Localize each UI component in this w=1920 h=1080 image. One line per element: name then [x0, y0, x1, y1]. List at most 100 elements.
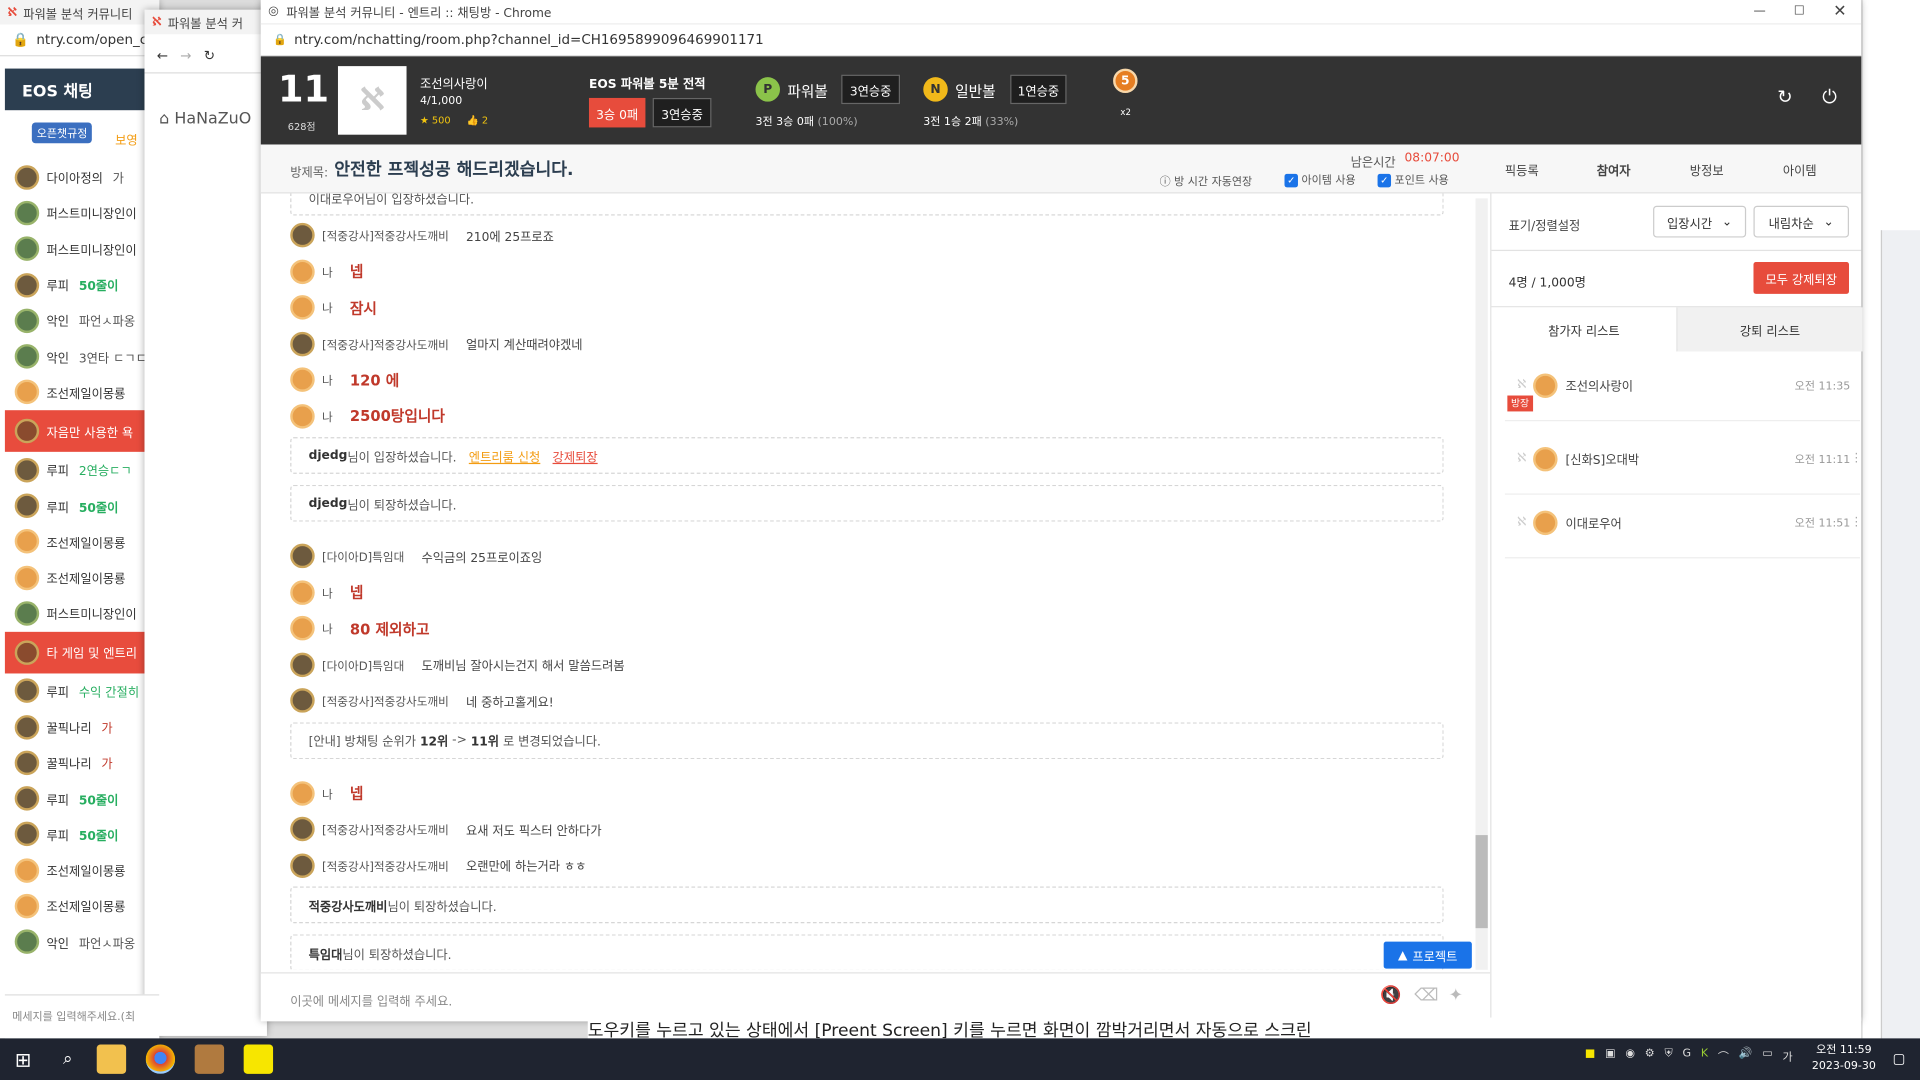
- kakaotalk-icon[interactable]: [243, 1044, 274, 1074]
- point-use-option[interactable]: ✓ 포인트 사용: [1377, 171, 1449, 188]
- chat-sender[interactable]: 나: [322, 583, 333, 600]
- app-icon[interactable]: [195, 1044, 225, 1074]
- open-chat-rules-badge[interactable]: 오픈챗규정: [31, 122, 93, 144]
- tab-participants[interactable]: 참여자: [1597, 160, 1631, 178]
- windows-start-icon[interactable]: ⊞: [15, 1048, 31, 1071]
- bg-chat-row[interactable]: 루피 50줄이: [5, 781, 159, 817]
- chat-sender[interactable]: [적중강사]적중강사도깨비: [322, 820, 449, 837]
- force-kick-link[interactable]: 강제퇴장: [553, 446, 598, 464]
- home-link[interactable]: ⌂ HaNaZuO: [159, 110, 251, 128]
- notice-user[interactable]: 적중강사도깨비: [309, 896, 388, 914]
- notice-user[interactable]: djedg: [309, 497, 348, 510]
- chat-window[interactable]: ◎ 파워볼 분석 커뮤니티 - 엔트리 :: 채팅방 - Chrome — ☐ …: [260, 0, 1863, 1022]
- url-bar[interactable]: 🔒 ntry.com/nchatting/room.php?channel_id=…: [260, 24, 1862, 57]
- participant-row[interactable]: ℵ 이대로우어 오전 11:51 ⋮: [1504, 487, 1862, 559]
- file-explorer-icon[interactable]: [97, 1044, 127, 1074]
- volume-icon[interactable]: 🔊: [1739, 1048, 1753, 1064]
- item-use-option[interactable]: ✓ 아이템 사용: [1284, 171, 1356, 188]
- monitor-icon[interactable]: ▭: [1762, 1048, 1772, 1064]
- chat-sender[interactable]: [다이아D]특임대: [322, 656, 404, 672]
- address-bar[interactable]: 🔒 ntry.com/open_c: [0, 24, 160, 57]
- refresh-icon[interactable]: ↻: [1777, 86, 1792, 108]
- mute-icon[interactable]: 🔇: [1380, 986, 1401, 1006]
- maximize-icon[interactable]: ☐: [1794, 5, 1805, 18]
- power-icon[interactable]: ⏻: [1822, 86, 1837, 108]
- notification-icon[interactable]: ▢: [1893, 1051, 1906, 1067]
- chat-sender[interactable]: [다이아D]특임대: [322, 547, 404, 564]
- participant-row[interactable]: ℵ [신화S]오대박 오전 11:11 ⋮: [1504, 424, 1862, 495]
- chat-sender[interactable]: [적중강사]적중강사도깨비: [322, 335, 449, 352]
- bg-chat-row[interactable]: 꿀픽나리 가: [5, 745, 159, 781]
- chat-sender[interactable]: 나: [322, 407, 333, 424]
- bg-chat-row[interactable]: 루피 50줄이: [5, 488, 159, 524]
- background-tab-2[interactable]: ℵ 파워볼 분석 커: [144, 9, 267, 35]
- tray-icon[interactable]: ⚙: [1645, 1048, 1655, 1064]
- magic-wand-icon[interactable]: ✦: [1449, 986, 1463, 1006]
- chat-scrollbar[interactable]: [1475, 198, 1488, 970]
- participant-row[interactable]: ℵ 조선의사랑이 오전 11:35 방장: [1504, 350, 1861, 422]
- bg-chat-row[interactable]: 조선제일이몽룡: [5, 374, 159, 410]
- participant-name[interactable]: 조선의사랑이: [1565, 376, 1633, 394]
- sort-order-select[interactable]: 내림차순 ⌄: [1753, 205, 1849, 238]
- minimize-icon[interactable]: —: [1753, 5, 1765, 18]
- chat-sender[interactable]: 나: [322, 371, 333, 388]
- kick-all-button[interactable]: 모두 강제퇴장: [1753, 262, 1849, 294]
- notice-user[interactable]: djedg: [309, 449, 348, 462]
- entry-room-request-link[interactable]: 엔트리룸 신청: [469, 446, 540, 464]
- chat-sender[interactable]: 나: [322, 263, 333, 279]
- more-options-icon[interactable]: ⋮: [1850, 452, 1862, 465]
- sort-field-select[interactable]: 입장시간 ⌄: [1653, 205, 1747, 238]
- participant-name[interactable]: [신화S]오대박: [1565, 449, 1639, 467]
- bg-chat-row[interactable]: 퍼스트미니장인이: [5, 595, 159, 631]
- chat-sender[interactable]: 나: [322, 620, 333, 636]
- bg-chat-row[interactable]: 다이아정의 가: [5, 159, 159, 195]
- message-input[interactable]: 이곳에 메세지를 입력해 주세요. 🔇 ⌫ ✦: [260, 972, 1491, 1022]
- back-icon[interactable]: ←: [157, 48, 168, 64]
- tab-items[interactable]: 아이템: [1783, 160, 1817, 178]
- bg-chat-row[interactable]: 루피 2연승ㄷㄱ: [5, 452, 159, 488]
- participant-name[interactable]: 이대로우어: [1565, 513, 1621, 531]
- bg-chat-row[interactable]: 조선제일이몽룡: [5, 524, 159, 560]
- notice-user[interactable]: 특임대: [309, 943, 343, 961]
- checkbox-checked-icon[interactable]: ✓: [1284, 173, 1298, 188]
- chat-sender[interactable]: 나: [322, 299, 333, 315]
- bg-chat-row[interactable]: 꿀픽나리 가: [5, 709, 159, 745]
- kakao-tray-icon[interactable]: ■: [1585, 1048, 1595, 1064]
- background-browser-window-1[interactable]: ℵ 파워볼 분석 커뮤니티 🔒 ntry.com/open_c EOS 채팅 오픈챗…: [0, 0, 160, 1039]
- bg-chat-row[interactable]: 퍼스트미니장인이: [5, 195, 159, 231]
- reload-icon[interactable]: ↻: [204, 48, 215, 64]
- bg-chat-row[interactable]: 악인 3연타 ㄷㄱㄷ: [5, 339, 159, 375]
- chat-messages-area[interactable]: 이대로우어님이 입장하셨습니다. [적중강사]적중강사도깨비 210에 25프로죠…: [261, 193, 1490, 970]
- tray-icon[interactable]: ▣: [1605, 1048, 1615, 1064]
- tab-participant-list[interactable]: 참가자 리스트: [1491, 307, 1678, 352]
- project-button[interactable]: ▲ 프로젝트: [1383, 941, 1472, 969]
- tab-room-info[interactable]: 방정보: [1690, 160, 1724, 178]
- eraser-icon[interactable]: ⌫: [1414, 986, 1438, 1006]
- checkbox-checked-icon[interactable]: ✓: [1377, 173, 1392, 188]
- chat-sender[interactable]: [적중강사]적중강사도깨비: [322, 227, 449, 243]
- chrome-icon[interactable]: [146, 1044, 176, 1074]
- tab-pick-register[interactable]: 픽등록: [1505, 160, 1539, 178]
- bg-chat-input[interactable]: 메세지를 입력해주세요.(최: [4, 994, 160, 1039]
- background-tab[interactable]: ℵ 파워볼 분석 커뮤니티: [0, 0, 160, 25]
- scroll-thumb[interactable]: [1475, 835, 1488, 929]
- bg-chat-row[interactable]: 루피 수익 간절히: [5, 673, 159, 709]
- ime-icon[interactable]: 가: [1783, 1048, 1793, 1064]
- tray-icon[interactable]: ◉: [1625, 1048, 1635, 1064]
- background-browser-window-2[interactable]: ℵ 파워볼 분석 커 ← → ↻ ⌂ HaNaZuO: [144, 9, 267, 1036]
- bg-chat-row[interactable]: 조선제일이몽룡: [5, 560, 159, 596]
- forward-icon[interactable]: →: [180, 48, 191, 64]
- chat-sender[interactable]: [적중강사]적중강사도깨비: [322, 692, 449, 709]
- bg-chat-row[interactable]: 악인 파언ㅅ파옹: [5, 924, 159, 960]
- bg-chat-row[interactable]: 루피 50줄이: [5, 267, 159, 303]
- bg-chat-row[interactable]: 루피 50줄이: [5, 816, 159, 852]
- network-icon[interactable]: ⌒: [1718, 1048, 1729, 1064]
- chat-sender[interactable]: 나: [322, 784, 333, 801]
- clock[interactable]: 오전 11:59 2023-09-30: [1812, 1043, 1876, 1075]
- tray-icon[interactable]: G: [1683, 1048, 1692, 1064]
- tray-icon[interactable]: K: [1701, 1048, 1708, 1064]
- bg-chat-row[interactable]: 퍼스트미니장인이: [5, 231, 159, 267]
- bg-chat-row[interactable]: 조선제일이몽룡: [5, 852, 159, 888]
- search-icon[interactable]: ⌕: [63, 1049, 73, 1069]
- tab-kick-list[interactable]: 강퇴 리스트: [1677, 307, 1863, 352]
